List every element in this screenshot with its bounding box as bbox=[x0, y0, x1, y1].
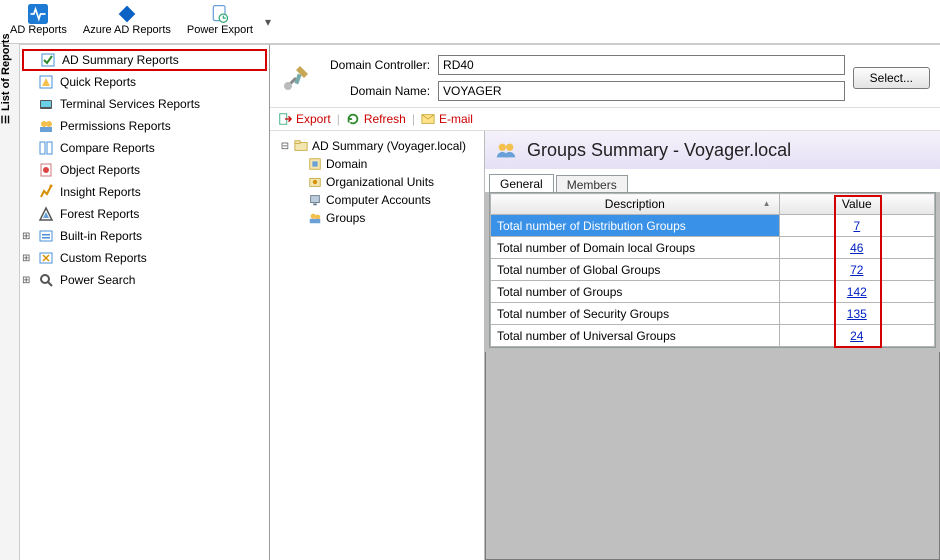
sidebar-icon bbox=[38, 250, 54, 266]
summary-content: Groups Summary - Voyager.local General M… bbox=[485, 131, 940, 560]
sidebar-icon bbox=[40, 52, 56, 68]
sidebar-item-insight-reports[interactable]: Insight Reports bbox=[20, 181, 269, 203]
ad-reports-button[interactable]: AD Reports bbox=[6, 2, 71, 38]
cell-value[interactable]: 142 bbox=[779, 281, 934, 303]
refresh-icon bbox=[346, 112, 360, 126]
cell-value[interactable]: 24 bbox=[779, 325, 934, 347]
action-bar: Export | Refresh | E-mail bbox=[270, 107, 940, 131]
sidebar-icon bbox=[38, 140, 54, 156]
sidebar-item-label: Forest Reports bbox=[60, 207, 139, 221]
azure-reports-button[interactable]: Azure AD Reports bbox=[79, 2, 175, 38]
sidebar-item-compare-reports[interactable]: Compare Reports bbox=[20, 137, 269, 159]
sidebar-icon bbox=[38, 96, 54, 112]
cell-description: Total number of Global Groups bbox=[491, 259, 780, 281]
list-of-reports-tab[interactable]: List of Reports bbox=[0, 33, 12, 124]
col-value[interactable]: Value bbox=[779, 194, 934, 215]
export-action[interactable]: Export bbox=[278, 112, 331, 126]
power-export-label: Power Export bbox=[187, 24, 253, 36]
tree-groups[interactable]: Groups bbox=[274, 209, 480, 227]
power-export-button[interactable]: Power Export bbox=[183, 2, 257, 38]
summary-tree: ⊟AD Summary (Voyager.local)DomainOrganiz… bbox=[270, 131, 485, 560]
azure-icon bbox=[117, 4, 137, 24]
sidebar-icon bbox=[38, 228, 54, 244]
sidebar-item-permissions-reports[interactable]: Permissions Reports bbox=[20, 115, 269, 137]
refresh-action[interactable]: Refresh bbox=[346, 112, 406, 126]
sidebar-item-label: Terminal Services Reports bbox=[60, 97, 200, 111]
report-content-pane: Domain Controller: Domain Name: Select..… bbox=[270, 44, 940, 560]
email-action[interactable]: E-mail bbox=[421, 112, 473, 126]
sidebar-icon bbox=[38, 74, 54, 90]
dn-label: Domain Name: bbox=[330, 84, 430, 98]
table-row[interactable]: Total number of Distribution Groups7 bbox=[491, 215, 935, 237]
col-description[interactable]: Description bbox=[491, 194, 780, 215]
sidebar-item-label: AD Summary Reports bbox=[62, 53, 179, 67]
cell-value[interactable]: 7 bbox=[779, 215, 934, 237]
dc-label: Domain Controller: bbox=[330, 58, 430, 72]
cell-value[interactable]: 135 bbox=[779, 303, 934, 325]
tab-general[interactable]: General bbox=[489, 174, 554, 193]
tree-domain[interactable]: Domain bbox=[274, 155, 480, 173]
cell-description: Total number of Groups bbox=[491, 281, 780, 303]
sidebar-item-label: Compare Reports bbox=[60, 141, 155, 155]
export-doc-icon bbox=[210, 4, 230, 24]
table-row[interactable]: Total number of Universal Groups24 bbox=[491, 325, 935, 347]
export-icon bbox=[278, 112, 292, 126]
sidebar-item-quick-reports[interactable]: Quick Reports bbox=[20, 71, 269, 93]
table-row[interactable]: Total number of Global Groups72 bbox=[491, 259, 935, 281]
sidebar-icon bbox=[38, 206, 54, 222]
sidebar-item-ad-summary-reports[interactable]: AD Summary Reports bbox=[22, 49, 267, 71]
table-row[interactable]: Total number of Security Groups135 bbox=[491, 303, 935, 325]
tree-computers[interactable]: Computer Accounts bbox=[274, 191, 480, 209]
sidebar-item-label: Quick Reports bbox=[60, 75, 136, 89]
domain-props-panel: Domain Controller: Domain Name: Select..… bbox=[270, 45, 940, 107]
cell-description: Total number of Universal Groups bbox=[491, 325, 780, 347]
summary-grid-wrap: Description Value Total number of Distri… bbox=[489, 192, 936, 348]
vertical-tab-strip: List of Reports bbox=[0, 44, 20, 560]
sidebar-item-label: Insight Reports bbox=[60, 185, 141, 199]
summary-grid: Description Value Total number of Distri… bbox=[490, 193, 935, 347]
pulse-icon bbox=[28, 4, 48, 24]
azure-reports-label: Azure AD Reports bbox=[83, 24, 171, 36]
reports-sidebar: AD Summary Reports Quick Reports Terminal … bbox=[20, 44, 270, 560]
sidebar-item-object-reports[interactable]: Object Reports bbox=[20, 159, 269, 181]
ad-reports-label: AD Reports bbox=[10, 24, 67, 36]
sidebar-item-power-search[interactable]: Power Search bbox=[20, 269, 269, 291]
sidebar-item-label: Permissions Reports bbox=[60, 119, 171, 133]
sidebar-item-label: Built-in Reports bbox=[60, 229, 142, 243]
sidebar-icon bbox=[38, 272, 54, 288]
tree-root[interactable]: ⊟AD Summary (Voyager.local) bbox=[274, 137, 480, 155]
groups-icon bbox=[495, 139, 517, 161]
table-row[interactable]: Total number of Groups142 bbox=[491, 281, 935, 303]
table-row[interactable]: Total number of Domain local Groups46 bbox=[491, 237, 935, 259]
sidebar-item-terminal-services-reports[interactable]: Terminal Services Reports bbox=[20, 93, 269, 115]
sidebar-item-label: Custom Reports bbox=[60, 251, 147, 265]
sidebar-item-custom-reports[interactable]: Custom Reports bbox=[20, 247, 269, 269]
email-icon bbox=[421, 112, 435, 126]
dn-input[interactable] bbox=[438, 81, 845, 101]
sidebar-item-forest-reports[interactable]: Forest Reports bbox=[20, 203, 269, 225]
sidebar-item-label: Object Reports bbox=[60, 163, 140, 177]
dropdown-caret-icon[interactable]: ▾ bbox=[265, 15, 271, 29]
tree-ou[interactable]: Organizational Units bbox=[274, 173, 480, 191]
cell-description: Total number of Distribution Groups bbox=[491, 215, 780, 237]
sidebar-icon bbox=[38, 118, 54, 134]
tools-icon bbox=[280, 62, 312, 94]
sidebar-item-built-in-reports[interactable]: Built-in Reports bbox=[20, 225, 269, 247]
empty-gray-area bbox=[485, 352, 940, 560]
cell-description: Total number of Security Groups bbox=[491, 303, 780, 325]
summary-header: Groups Summary - Voyager.local bbox=[485, 131, 940, 169]
summary-tabs: General Members bbox=[485, 169, 940, 192]
select-button[interactable]: Select... bbox=[853, 67, 930, 89]
sidebar-icon bbox=[38, 184, 54, 200]
cell-value[interactable]: 72 bbox=[779, 259, 934, 281]
cell-value[interactable]: 46 bbox=[779, 237, 934, 259]
sidebar-item-label: Power Search bbox=[60, 273, 135, 287]
summary-title: Groups Summary - Voyager.local bbox=[527, 140, 791, 161]
sidebar-icon bbox=[38, 162, 54, 178]
cell-description: Total number of Domain local Groups bbox=[491, 237, 780, 259]
main-toolbar: AD Reports Azure AD Reports Power Export… bbox=[0, 0, 940, 44]
dc-input[interactable] bbox=[438, 55, 845, 75]
